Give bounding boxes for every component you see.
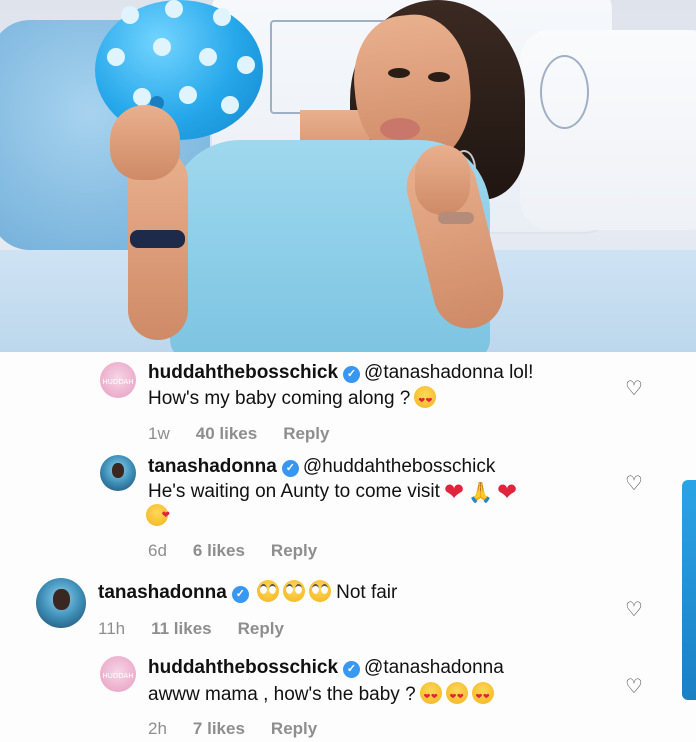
heart-eyes-emoji-icon xyxy=(414,386,437,413)
comment-text: Not fair xyxy=(336,582,398,603)
comment-line-1: tanashadonna ✓ Not fair xyxy=(98,580,397,605)
cloud-print xyxy=(540,55,589,129)
timestamp: 11h xyxy=(98,619,126,638)
mention[interactable]: @tanashadonna xyxy=(364,657,504,678)
comment-line-2: He's waiting on Aunty to come visit ❤ 🙏 ❤ xyxy=(148,480,517,505)
comment-line-1: huddahthebosschick ✓ @tanashadonna xyxy=(148,656,504,680)
bracelet xyxy=(438,212,474,224)
comment-text: lol! xyxy=(509,362,534,383)
red-heart-emoji-icon: ❤ xyxy=(496,479,518,506)
heart-eyes-emoji-icon xyxy=(419,682,442,709)
comment-text: How's my baby coming along ? xyxy=(148,388,411,409)
wristwatch xyxy=(130,230,185,248)
rolling-eyes-emoji-icon xyxy=(308,580,331,602)
reply-button[interactable]: Reply xyxy=(271,541,317,560)
reply-button[interactable]: Reply xyxy=(271,719,317,738)
comment-text: He's waiting on Aunty to come visit xyxy=(148,481,440,502)
username[interactable]: huddahthebosschick xyxy=(148,362,338,383)
white-cushion-right xyxy=(520,30,696,230)
comment-meta: 2h 7 likes Reply xyxy=(148,719,343,739)
red-heart-emoji-icon: ❤ xyxy=(443,479,465,506)
eye-left xyxy=(388,68,410,78)
comment-line-2: How's my baby coming along ? xyxy=(148,386,437,413)
kiss-emoji-icon xyxy=(146,504,170,528)
comment-meta: 6d 6 likes Reply xyxy=(148,541,343,561)
comment-meta: 1w 40 likes Reply xyxy=(148,424,355,444)
background-photo xyxy=(0,0,696,360)
username[interactable]: huddahthebosschick xyxy=(148,657,338,678)
avatar[interactable]: HUDDAH xyxy=(100,656,136,692)
hand-right xyxy=(415,145,470,215)
username[interactable]: tanashadonna xyxy=(148,456,277,477)
heart-outline-icon[interactable]: ♡ xyxy=(624,677,644,697)
heart-outline-icon[interactable]: ♡ xyxy=(624,474,644,494)
verified-badge-icon: ✓ xyxy=(343,366,361,383)
mention[interactable]: @huddahthebosschick xyxy=(303,456,496,477)
likes-count[interactable]: 40 likes xyxy=(196,424,257,443)
comment-line-2: awww mama , how's the baby ? xyxy=(148,682,494,709)
comments-panel: HUDDAH huddahthebosschick ✓ @tanashadonna … xyxy=(0,352,696,742)
verified-badge-icon: ✓ xyxy=(281,460,299,477)
comment-meta: 11h 11 likes Reply xyxy=(98,619,310,639)
heart-eyes-emoji-icon xyxy=(445,682,468,709)
lips xyxy=(380,118,420,140)
comment-line-1: tanashadonna ✓ @huddahthebosschick xyxy=(148,455,495,479)
comment-line-1: huddahthebosschick ✓ @tanashadonna lol! xyxy=(148,361,533,385)
comment-text: awww mama , how's the baby ? xyxy=(148,684,416,705)
avatar[interactable]: HUDDAH xyxy=(100,362,136,398)
avatar[interactable] xyxy=(36,578,86,628)
comment-line-3 xyxy=(146,504,170,529)
likes-count[interactable]: 11 likes xyxy=(151,619,212,638)
avatar[interactable] xyxy=(100,455,136,491)
verified-badge-icon: ✓ xyxy=(343,661,361,678)
likes-count[interactable]: 7 likes xyxy=(193,719,245,738)
avatar-text: HUDDAH xyxy=(102,671,134,680)
folded-hands-emoji-icon: 🙏 xyxy=(468,480,493,504)
avatar-text: HUDDAH xyxy=(102,377,134,386)
timestamp: 1w xyxy=(148,424,170,443)
heart-outline-icon[interactable]: ♡ xyxy=(624,379,644,399)
reply-button[interactable]: Reply xyxy=(283,424,329,443)
background-balloon-edge xyxy=(682,480,696,700)
heart-outline-icon[interactable]: ♡ xyxy=(624,600,644,620)
timestamp: 6d xyxy=(148,541,167,560)
rolling-eyes-emoji-icon xyxy=(282,580,305,602)
likes-count[interactable]: 6 likes xyxy=(193,541,245,560)
verified-badge-icon: ✓ xyxy=(231,586,249,603)
mention[interactable]: @tanashadonna xyxy=(364,362,504,383)
eye-right xyxy=(428,72,450,82)
timestamp: 2h xyxy=(148,719,167,738)
username[interactable]: tanashadonna xyxy=(98,582,227,603)
reply-button[interactable]: Reply xyxy=(238,619,284,638)
heart-eyes-emoji-icon xyxy=(471,682,494,709)
rolling-eyes-emoji-icon xyxy=(256,580,279,602)
hand-left xyxy=(110,105,180,180)
